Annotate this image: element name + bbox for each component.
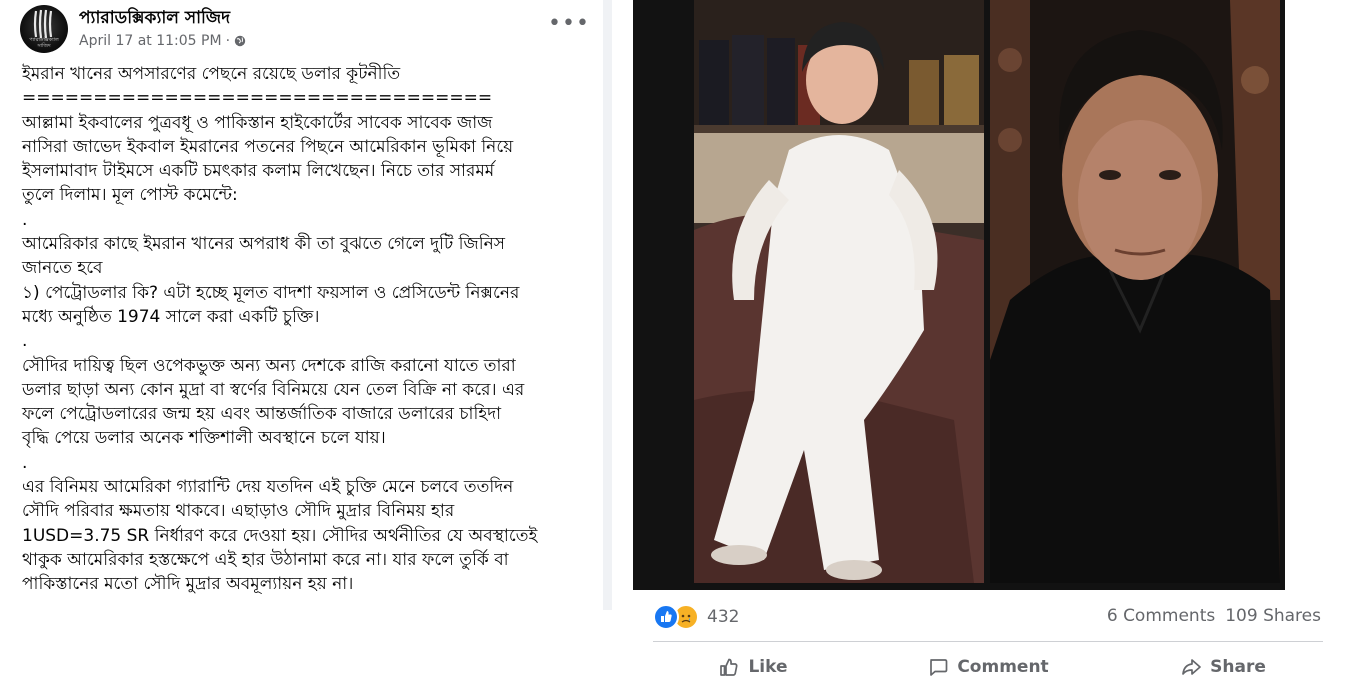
photo-woman-portrait [694,0,984,583]
post-line: ১) পেট্রোডলার কি? এটা হচ্ছে মূলত বাদশা ফ… [22,282,520,303]
comment-icon [930,659,948,676]
photo-man-portrait [990,0,1280,583]
globe-icon [234,35,246,47]
man-portrait-illustration [990,0,1280,583]
thumbs-up-icon [720,658,738,676]
comment-label: Comment [957,657,1049,677]
post-line: আল্লামা ইকবালের পুত্রবধূ ও পাকিস্তান হাই… [22,112,493,133]
post-line: ফলে পেট্রোডলারের জন্ম হয় এবং আন্তর্জাতি… [22,404,502,425]
post-meta: April 17 at 11:05 PM · [79,33,246,49]
reaction-count: 432 [707,607,740,627]
divider [653,641,1323,642]
post-line: ইমরান খানের অপসারণের পেছনে রয়েছে ডলার ক… [22,64,401,84]
avatar-caption: প্যারাডক্সিক্যাল সাজিদ [29,37,59,49]
post-line: . [22,209,28,230]
post-line: থাকুক আমেরিকার হস্তক্ষেপে এই হার উঠানামা… [22,549,509,570]
post-line: তুলে দিলাম। মূল পোস্ট কমেন্টে: [22,185,238,206]
action-bar: Like Comment Share [653,648,1323,688]
avatar-logo-icon [33,9,53,39]
post-timestamp[interactable]: April 17 at 11:05 PM [79,33,222,49]
post-line: 1USD=3.75 SR নির্ধারণ করে দেওয়া হয়। সৌ… [22,525,538,546]
post-line: আমেরিকার কাছে ইমরান খানের অপরাধ কী তা বু… [22,234,505,255]
author-avatar[interactable]: প্যারাডক্সিক্যাল সাজিদ [20,5,68,53]
engagement-stats: 6 Comments 109 Shares [1107,606,1321,626]
post-line: . [22,331,28,352]
post-line: বৃদ্ধি পেয়ে ডলার অনেক শক্তিশালী অবস্থান… [22,428,386,449]
more-options-button[interactable]: ••• [548,13,590,35]
post-line: এর বিনিময় আমেরিকা গ্যারান্টি দেয় যতদিন… [22,477,514,498]
like-reaction-icon [653,604,679,630]
scrollbar-track[interactable] [603,0,612,610]
post-line: ডলার ছাড়া অন্য কোন মুদ্রা বা স্বর্ণের ব… [22,379,525,400]
post-line: পাকিস্তানের মতো সৌদি মুদ্রার অবমূল্যায়ন… [22,574,354,595]
comment-button[interactable]: Comment [888,648,1088,686]
post-line: . [22,598,28,610]
share-icon [1182,659,1201,675]
shares-count-link[interactable]: 109 Shares [1225,606,1321,626]
post-line: জানতে হবে [22,258,103,279]
like-button[interactable]: Like [653,648,853,686]
like-label: Like [748,657,788,677]
woman-portrait-illustration [694,0,984,583]
post-line: সৌদির দায়িত্ব ছিল ওপেকভুক্ত অন্য অন্য দ… [22,355,516,376]
post-body: ইমরান খানের অপসারণের পেছনে রয়েছে ডলার ক… [22,62,592,610]
author-name[interactable]: প্যারাডক্সিক্যাল সাজিদ [79,5,230,33]
post-line: মধ্যে অনুষ্ঠিত 1974 সালে করা একটি চুক্তি… [22,306,320,327]
share-label: Share [1210,657,1266,677]
post-line: . [22,452,28,473]
comments-count-link[interactable]: 6 Comments [1107,606,1215,626]
post-line: ================================= [22,88,493,109]
share-button[interactable]: Share [1123,648,1323,686]
meta-separator: · [225,33,231,49]
text-post: প্যারাডক্সিক্যাল সাজিদ প্যারাডক্সিক্যাল … [0,0,604,610]
post-line: ইসলামাবাদ টাইমসে একটি চমৎকার কলাম লিখেছে… [22,161,495,182]
post-line: সৌদি পরিবার ক্ষমতায় থাকবে। এছাড়াও সৌদি… [22,501,455,522]
post-line: নাসিরা জাভেদ ইকবাল ইমরানের পতনের পিছনে আ… [22,136,514,157]
reaction-summary[interactable]: 432 [653,604,739,630]
